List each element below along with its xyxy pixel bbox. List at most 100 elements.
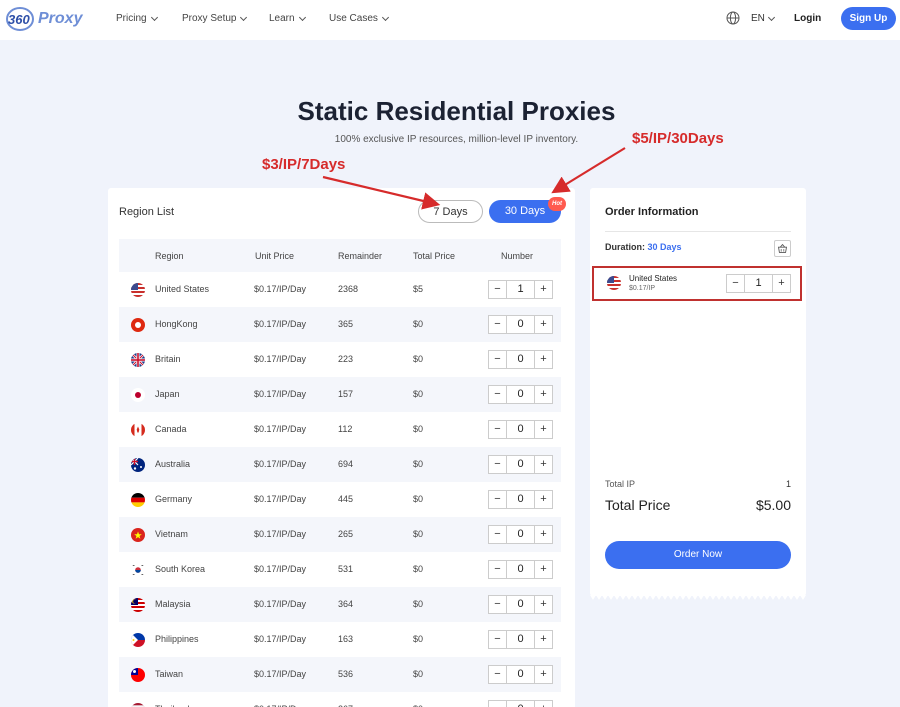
decrement-button[interactable]: − bbox=[489, 631, 507, 648]
decrement-button[interactable]: − bbox=[727, 275, 745, 292]
increment-button[interactable]: + bbox=[772, 275, 790, 292]
decrement-button[interactable]: − bbox=[489, 421, 507, 438]
increment-button[interactable]: + bbox=[534, 386, 552, 403]
row-remainder: 531 bbox=[338, 564, 354, 574]
quantity-stepper: −0+ bbox=[488, 315, 553, 334]
row-total-price: $0 bbox=[413, 599, 424, 609]
de-flag-icon bbox=[131, 493, 145, 507]
au-flag-icon bbox=[131, 458, 145, 472]
quantity-value[interactable]: 0 bbox=[507, 701, 534, 707]
quantity-value[interactable]: 1 bbox=[507, 281, 534, 298]
quantity-value[interactable]: 0 bbox=[507, 666, 534, 683]
nav-learn[interactable]: Learn bbox=[269, 13, 306, 24]
decrement-button[interactable]: − bbox=[489, 386, 507, 403]
row-region: Canada bbox=[155, 424, 187, 434]
order-duration: Duration: 30 Days bbox=[605, 242, 682, 252]
table-row: HongKong $0.17/IP/Day 365 $0 −0 + bbox=[119, 307, 561, 342]
decrement-button[interactable]: − bbox=[489, 596, 507, 613]
login-link[interactable]: Login bbox=[794, 13, 821, 24]
annotation-7days: $3/IP/7Days bbox=[262, 156, 346, 173]
language-selector[interactable]: EN bbox=[751, 13, 775, 24]
increment-button[interactable]: + bbox=[534, 701, 552, 707]
row-remainder: 2368 bbox=[338, 284, 359, 294]
row-region: Taiwan bbox=[155, 669, 184, 679]
row-unit-price: $0.17/IP/Day bbox=[254, 529, 307, 539]
row-unit-price: $0.17/IP/Day bbox=[254, 284, 307, 294]
quantity-value[interactable]: 0 bbox=[507, 456, 534, 473]
quantity-stepper: −0+ bbox=[488, 420, 553, 439]
col-region: Region bbox=[155, 251, 184, 261]
arrow-30days bbox=[551, 147, 626, 194]
hot-badge: Hot bbox=[548, 197, 566, 211]
decrement-button[interactable]: − bbox=[489, 316, 507, 333]
quantity-value[interactable]: 0 bbox=[507, 561, 534, 578]
cart-icon[interactable] bbox=[774, 240, 791, 257]
row-total-price: $0 bbox=[413, 319, 424, 329]
nav-proxy-setup[interactable]: Proxy Setup bbox=[182, 13, 248, 24]
table-row: Thailand$0.17/IP/Day267$0−0+ bbox=[119, 692, 561, 707]
quantity-stepper: −0+ bbox=[488, 630, 553, 649]
increment-button[interactable]: + bbox=[534, 596, 552, 613]
increment-button[interactable]: + bbox=[534, 491, 552, 508]
order-quantity-value[interactable]: 1 bbox=[745, 275, 772, 292]
row-region: Australia bbox=[155, 459, 191, 469]
increment-button[interactable]: + bbox=[534, 351, 552, 368]
col-total-price: Total Price bbox=[413, 251, 456, 261]
duration-7days-button[interactable]: 7 Days bbox=[418, 200, 483, 223]
decrement-button[interactable]: − bbox=[489, 666, 507, 683]
increment-button[interactable]: + bbox=[534, 281, 552, 298]
increment-button[interactable]: + bbox=[534, 456, 552, 473]
quantity-value[interactable]: 0 bbox=[507, 526, 534, 543]
row-region: South Korea bbox=[155, 564, 206, 574]
increment-button[interactable]: + bbox=[534, 561, 552, 578]
quantity-stepper: −0+ bbox=[488, 350, 553, 369]
increment-button[interactable]: + bbox=[534, 421, 552, 438]
region-list-panel: Region List 7 Days 30 Days Hot Region Un… bbox=[108, 188, 575, 707]
language-label: EN bbox=[751, 13, 765, 24]
col-remainder: Remainder bbox=[338, 251, 383, 261]
decrement-button[interactable]: − bbox=[489, 456, 507, 473]
increment-button[interactable]: + bbox=[534, 526, 552, 543]
increment-button[interactable]: + bbox=[534, 316, 552, 333]
row-total-price: $0 bbox=[413, 564, 424, 574]
quantity-value[interactable]: 0 bbox=[507, 596, 534, 613]
chevron-down-icon bbox=[150, 13, 158, 21]
logo[interactable]: 360 Proxy bbox=[6, 6, 82, 32]
row-unit-price: $0.17/IP/Day bbox=[254, 494, 307, 504]
quantity-value[interactable]: 0 bbox=[507, 421, 534, 438]
table-row: Vietnam $0.17/IP/Day 265 $0 −0 + bbox=[119, 517, 561, 552]
total-ip-value: 1 bbox=[785, 479, 791, 489]
signup-button[interactable]: Sign Up bbox=[841, 7, 896, 30]
us-flag-icon bbox=[607, 276, 621, 290]
nav-pricing[interactable]: Pricing bbox=[116, 13, 158, 24]
nav-pricing-label: Pricing bbox=[116, 13, 147, 24]
quantity-stepper: −0+ bbox=[488, 700, 553, 707]
row-remainder: 536 bbox=[338, 669, 354, 679]
ca-flag-icon bbox=[131, 423, 145, 437]
decrement-button[interactable]: − bbox=[489, 351, 507, 368]
total-price-value: $5.00 bbox=[755, 497, 791, 513]
quantity-value[interactable]: 0 bbox=[507, 316, 534, 333]
quantity-value[interactable]: 0 bbox=[507, 351, 534, 368]
row-total-price: $0 bbox=[413, 389, 424, 399]
order-item-price: $0.17/IP bbox=[629, 285, 656, 292]
decrement-button[interactable]: − bbox=[489, 526, 507, 543]
decrement-button[interactable]: − bbox=[489, 281, 507, 298]
order-now-button[interactable]: Order Now bbox=[605, 541, 791, 569]
decrement-button[interactable]: − bbox=[489, 491, 507, 508]
row-unit-price: $0.17/IP/Day bbox=[254, 459, 307, 469]
increment-button[interactable]: + bbox=[534, 631, 552, 648]
decrement-button[interactable]: − bbox=[489, 701, 507, 707]
decrement-button[interactable]: − bbox=[489, 561, 507, 578]
quantity-value[interactable]: 0 bbox=[507, 386, 534, 403]
row-remainder: 694 bbox=[338, 459, 354, 469]
row-unit-price: $0.17/IP/Day bbox=[254, 424, 307, 434]
nav-use-cases[interactable]: Use Cases bbox=[329, 13, 389, 24]
globe-icon[interactable] bbox=[726, 11, 740, 25]
table-row: South Korea $0.17/IP/Day 531 $0 −0 + bbox=[119, 552, 561, 587]
quantity-stepper: −0+ bbox=[488, 385, 553, 404]
quantity-value[interactable]: 0 bbox=[507, 631, 534, 648]
quantity-value[interactable]: 0 bbox=[507, 491, 534, 508]
increment-button[interactable]: + bbox=[534, 666, 552, 683]
row-remainder: 265 bbox=[338, 529, 354, 539]
